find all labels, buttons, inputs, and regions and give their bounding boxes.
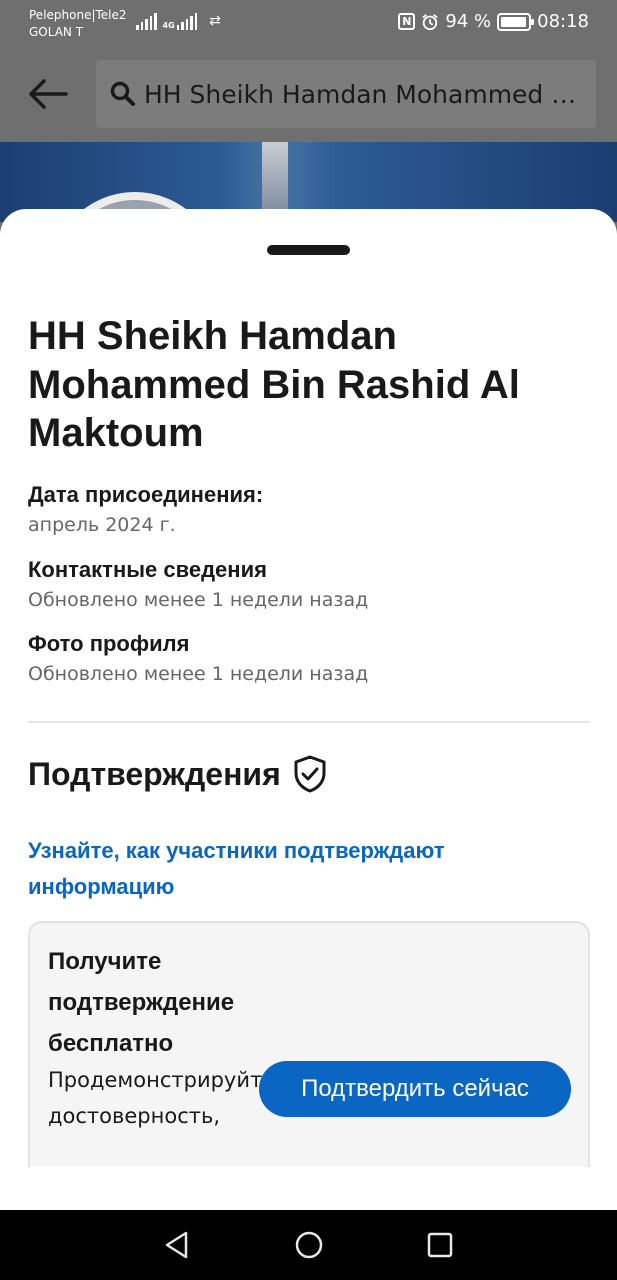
card-description: Продемонстрируйте достоверность, bbox=[48, 1068, 276, 1128]
card-title: Получите подтверждение бесплатно bbox=[48, 948, 235, 1057]
profile-name: HH Sheikh Hamdan Mohammed Bin Rashid Al … bbox=[28, 314, 520, 455]
signal-4g-icon: 4G bbox=[163, 12, 198, 30]
nfc-icon: N bbox=[398, 13, 416, 30]
info-photo: Фото профиля Обновлено менее 1 недели на… bbox=[28, 630, 588, 688]
carrier-info: Pelephone|Tele2 GOLAN T bbox=[29, 7, 127, 41]
signal-group: 4G ⇄ bbox=[136, 12, 221, 30]
nav-back-icon[interactable] bbox=[162, 1230, 192, 1260]
carrier-line2: GOLAN T bbox=[29, 25, 84, 39]
info-title: Дата присоединения: bbox=[28, 482, 264, 507]
battery-icon bbox=[497, 12, 535, 31]
verifications-title: Подтверждения bbox=[28, 756, 281, 792]
battery-percent: 94 % bbox=[445, 11, 492, 32]
status-right: N 94 % 08:18 bbox=[398, 11, 589, 32]
search-box[interactable]: HH Sheikh Hamdan Mohammed Bin Rashid Al … bbox=[96, 60, 596, 128]
battery-fill bbox=[501, 16, 526, 27]
nav-home-icon[interactable] bbox=[294, 1230, 324, 1260]
info-value: Обновлено менее 1 недели назад bbox=[28, 663, 369, 685]
shield-check-icon bbox=[294, 755, 326, 793]
data-transfer-icon: ⇄ bbox=[209, 13, 221, 29]
app-header: HH Sheikh Hamdan Mohammed Bin Rashid Al … bbox=[0, 48, 617, 142]
drag-handle[interactable] bbox=[267, 245, 350, 255]
search-query: HH Sheikh Hamdan Mohammed Bin Rashid Al … bbox=[144, 79, 584, 109]
nav-recents-icon[interactable] bbox=[425, 1230, 455, 1260]
carrier-line1: Pelephone|Tele2 bbox=[29, 8, 127, 22]
clock: 08:18 bbox=[537, 11, 589, 32]
info-title: Контактные сведения bbox=[28, 557, 267, 582]
info-title: Фото профиля bbox=[28, 631, 190, 656]
learn-verification-link[interactable]: Узнайте, как участники подтверждают инфо… bbox=[28, 833, 548, 905]
verify-now-button[interactable]: Подтвердить сейчас bbox=[259, 1061, 571, 1117]
network-type-label: 4G bbox=[162, 21, 175, 30]
info-value: апрель 2024 г. bbox=[28, 514, 176, 536]
divider bbox=[28, 721, 590, 723]
system-nav-bar bbox=[0, 1210, 617, 1280]
info-joined: Дата присоединения: апрель 2024 г. bbox=[28, 481, 588, 539]
cover-photo-tower bbox=[262, 142, 288, 212]
profile-details-sheet: HH Sheikh Hamdan Mohammed Bin Rashid Al … bbox=[0, 209, 617, 1210]
status-bar: Pelephone|Tele2 GOLAN T 4G ⇄ N 94 % 08:1… bbox=[0, 0, 617, 48]
sheet-bottom-area bbox=[0, 1167, 617, 1210]
back-arrow-icon[interactable] bbox=[28, 78, 68, 110]
signal-icon bbox=[136, 12, 157, 30]
verifications-heading: Подтверждения bbox=[28, 753, 327, 795]
info-contact: Контактные сведения Обновлено менее 1 не… bbox=[28, 556, 588, 614]
alarm-icon bbox=[422, 13, 439, 30]
search-icon bbox=[110, 81, 135, 106]
info-value: Обновлено менее 1 недели назад bbox=[28, 589, 369, 611]
